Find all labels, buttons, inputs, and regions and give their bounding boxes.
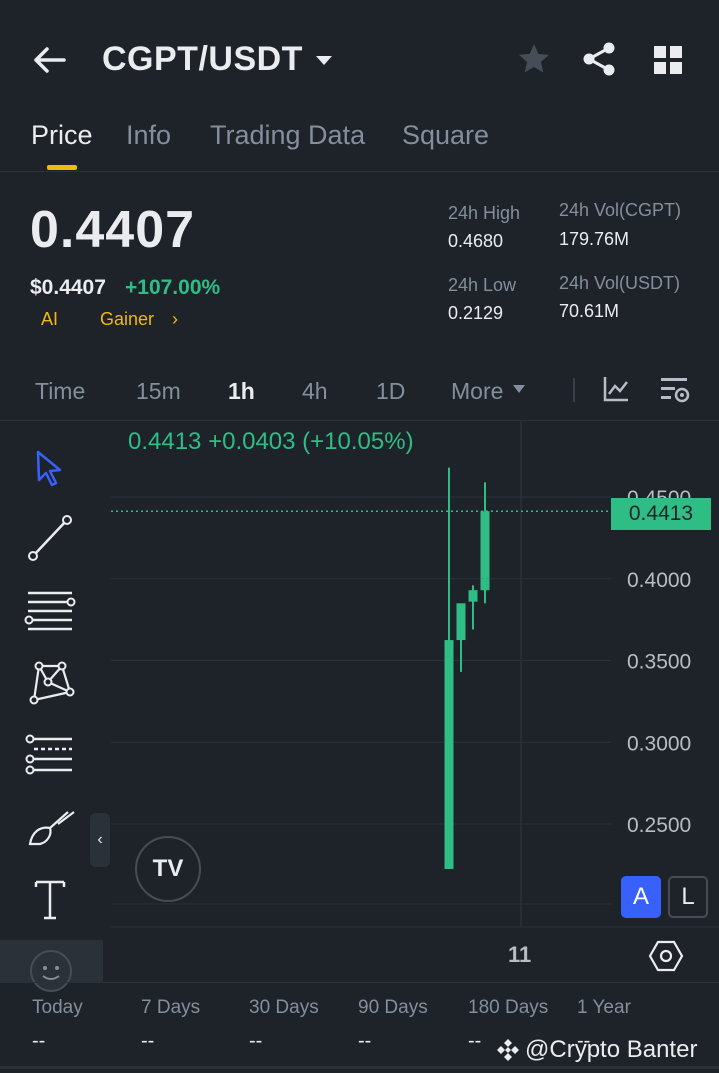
- binance-logo-icon: [497, 1039, 519, 1061]
- perf-180d-value: --: [468, 1030, 482, 1052]
- perf-7d-value: --: [141, 1030, 155, 1052]
- timeframe-15m[interactable]: 15m: [136, 378, 181, 405]
- stat-low-value: 0.2129: [448, 303, 504, 323]
- pair-title[interactable]: CGPT/USDT: [102, 40, 303, 79]
- chevron-right-icon[interactable]: ›: [172, 309, 178, 330]
- last-price-badge: 0.4413: [611, 498, 711, 530]
- divider: [0, 982, 719, 983]
- stat-high-value: 0.4680: [448, 231, 504, 251]
- tag-ai[interactable]: AI: [41, 309, 58, 330]
- tab-trading-data[interactable]: Trading Data: [210, 120, 365, 151]
- timeframe-1d[interactable]: 1D: [376, 378, 405, 405]
- stat-high-label: 24h High: [448, 203, 521, 223]
- emoji-icon[interactable]: [28, 948, 74, 994]
- separator: [573, 378, 575, 402]
- stat-low-label: 24h Low: [448, 275, 517, 295]
- y-tick-label: 0.3000: [627, 732, 691, 755]
- watermark: @Crypto Banter: [495, 1036, 697, 1064]
- hexagon-settings-icon[interactable]: [648, 938, 684, 974]
- stat-vol-base-label: 24h Vol(CGPT): [559, 200, 682, 220]
- trend-line-icon[interactable]: [22, 511, 78, 567]
- stat-vol-quote-value: 70.61M: [559, 301, 620, 321]
- share-icon[interactable]: [580, 40, 618, 78]
- log-scale-button[interactable]: L: [668, 876, 708, 918]
- perf-today-value: --: [32, 1030, 46, 1052]
- perf-7d-label: 7 Days: [141, 997, 201, 1018]
- perf-today-label: Today: [32, 997, 83, 1018]
- indicator-icon[interactable]: [601, 374, 631, 404]
- y-tick-label: 0.2500: [627, 814, 691, 837]
- fib-retracement-icon[interactable]: [22, 728, 78, 784]
- brush-icon[interactable]: [22, 802, 78, 858]
- collapse-toolbar-button[interactable]: ‹: [90, 813, 110, 867]
- watermark-text: @Crypto Banter: [525, 1036, 698, 1063]
- auto-scale-button[interactable]: A: [621, 876, 661, 918]
- tab-price[interactable]: Price: [31, 120, 93, 151]
- candle-body: [480, 578, 490, 591]
- candle-body: [444, 640, 454, 869]
- perf-30d-value: --: [249, 1030, 263, 1052]
- x-axis-tick: 11: [508, 942, 532, 967]
- more-caret-icon[interactable]: [512, 383, 526, 395]
- change-percent: +107.00%: [125, 276, 221, 299]
- cursor-icon[interactable]: [22, 440, 78, 496]
- perf-90d-label: 90 Days: [358, 997, 428, 1018]
- back-arrow-icon[interactable]: [30, 40, 70, 80]
- favorite-star-icon[interactable]: [515, 40, 553, 78]
- stat-vol-base-value: 179.76M: [559, 229, 630, 249]
- perf-90d-value: --: [358, 1030, 372, 1052]
- perf-30d-label: 30 Days: [249, 997, 319, 1018]
- ohlc-readout: 0.4413 +0.0403 (+10.05%): [128, 428, 414, 455]
- pair-dropdown-caret-icon[interactable]: [314, 50, 334, 70]
- candle-body: [456, 603, 466, 641]
- usd-price: $0.4407: [30, 276, 106, 299]
- timeframe-more[interactable]: More: [451, 378, 503, 405]
- text-tool-icon[interactable]: [22, 872, 78, 928]
- candle-body: [468, 590, 478, 602]
- timeframe-1h[interactable]: 1h: [228, 378, 255, 405]
- perf-1y-label: 1 Year: [577, 997, 631, 1018]
- divider: [0, 171, 719, 172]
- perf-180d-label: 180 Days: [468, 997, 549, 1018]
- tab-square[interactable]: Square: [402, 120, 489, 151]
- tab-info[interactable]: Info: [126, 120, 171, 151]
- chart-settings-icon[interactable]: [658, 374, 692, 406]
- last-price: 0.4407: [30, 201, 196, 259]
- candle-body: [480, 511, 490, 579]
- tag-gainer[interactable]: Gainer: [100, 309, 154, 330]
- pattern-tool-icon[interactable]: [22, 654, 78, 710]
- stat-vol-quote-label: 24h Vol(USDT): [559, 273, 681, 293]
- tradingview-logo: TV: [135, 836, 201, 902]
- horizontal-lines-icon[interactable]: [22, 583, 78, 639]
- timeframe-4h[interactable]: 4h: [302, 378, 328, 405]
- timeframe-time[interactable]: Time: [35, 378, 85, 405]
- grid-menu-icon[interactable]: [650, 42, 686, 78]
- active-tab-indicator: [47, 165, 77, 170]
- y-tick-label: 0.4000: [627, 569, 691, 592]
- divider: [0, 1066, 719, 1069]
- y-tick-label: 0.3500: [627, 651, 691, 674]
